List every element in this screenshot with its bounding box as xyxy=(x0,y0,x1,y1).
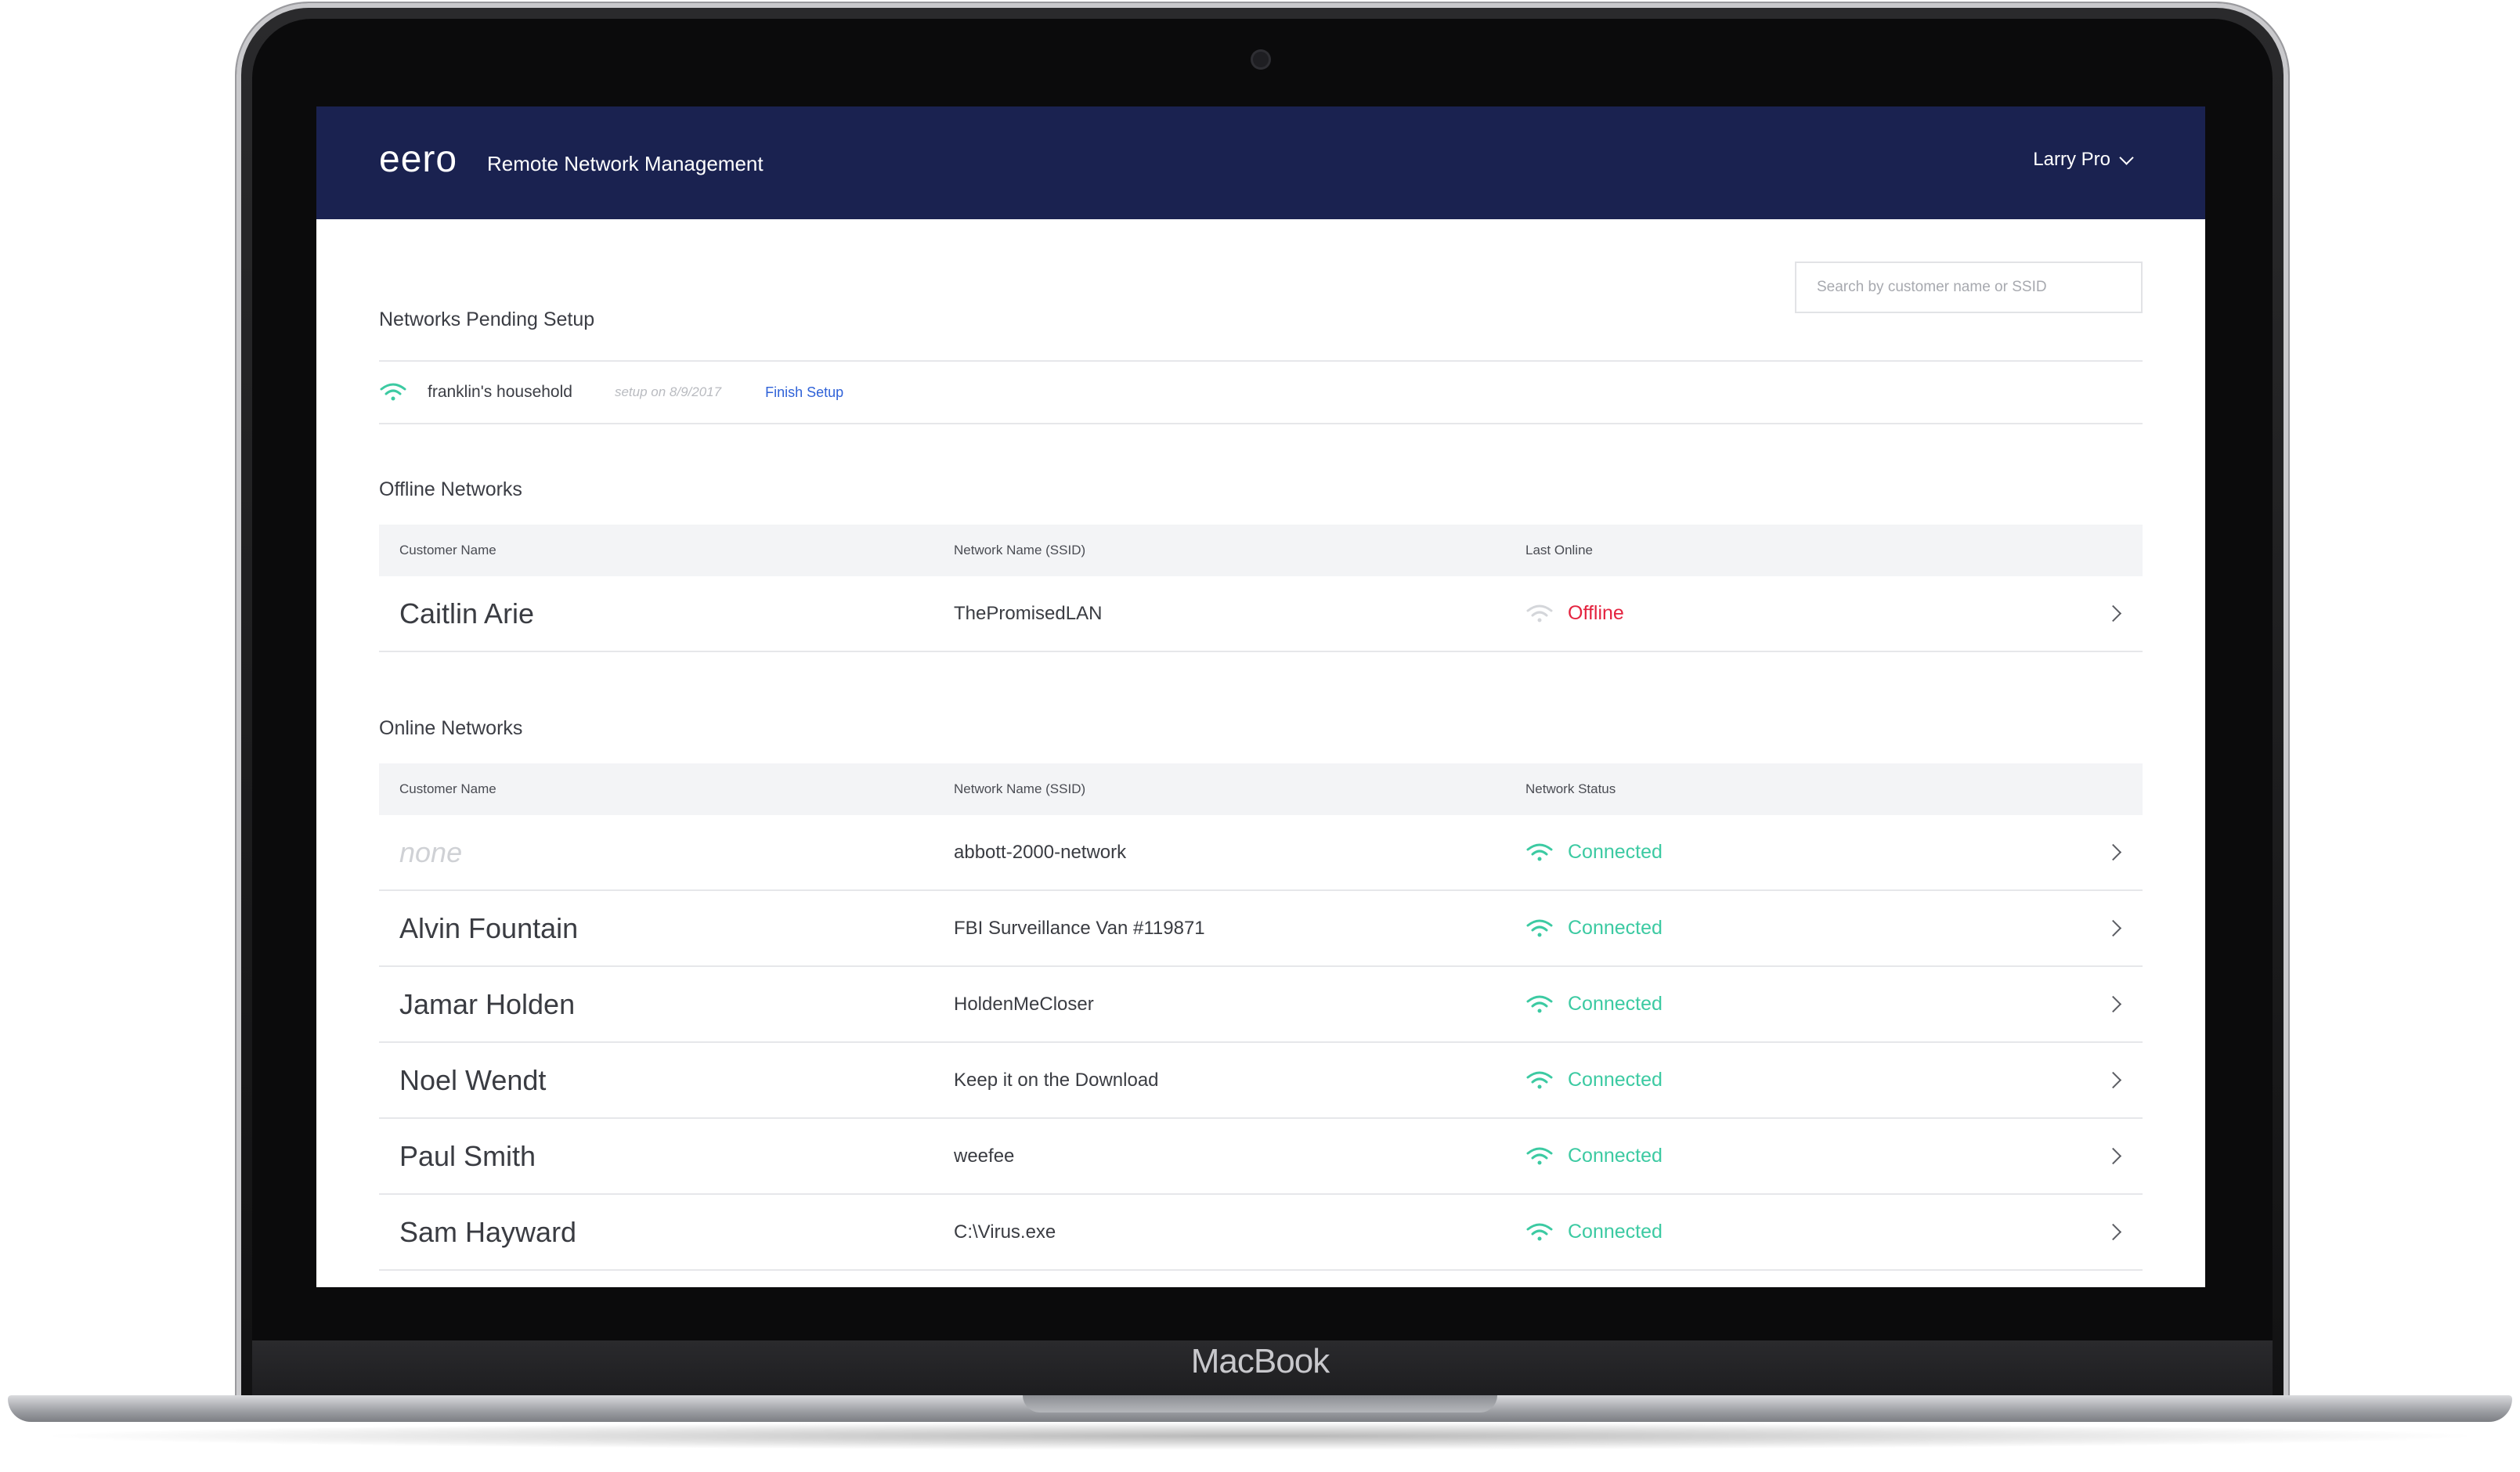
camera-icon xyxy=(1253,52,1269,67)
table-header: Customer Name Network Name (SSID) Last O… xyxy=(379,525,2143,576)
status-text: Connected xyxy=(1568,1221,1663,1243)
wifi-icon xyxy=(1525,1146,1554,1167)
status-text: Connected xyxy=(1568,841,1663,863)
table-header: Customer Name Network Name (SSID) Networ… xyxy=(379,763,2143,815)
customer-name: Alvin Fountain xyxy=(399,911,579,944)
table-row[interactable]: Jamar Holden HoldenMeCloser Connected xyxy=(379,967,2143,1043)
search-input[interactable] xyxy=(1795,262,2143,313)
wifi-icon xyxy=(379,382,407,402)
laptop-brand-label: MacBook xyxy=(1190,1342,1330,1380)
online-section-title: Online Networks xyxy=(379,717,523,739)
offline-section-title: Offline Networks xyxy=(379,478,522,500)
column-header-last-online: Last Online xyxy=(1525,543,1593,557)
table-row[interactable]: Noel Wendt Keep it on the Download Conne… xyxy=(379,1043,2143,1119)
network-ssid: weefee xyxy=(954,1145,1015,1167)
laptop-shadow xyxy=(31,1422,2489,1450)
network-ssid: C:\Virus.exe xyxy=(954,1221,1056,1243)
column-header-ssid: Network Name (SSID) xyxy=(954,543,1086,557)
wifi-icon xyxy=(1525,994,1554,1015)
laptop-mockup: MacBook eero Remote Network Management L… xyxy=(0,0,2520,1472)
table-row[interactable]: Caitlin Arie ThePromisedLAN Offline xyxy=(379,576,2143,652)
table-row[interactable]: none abbott-2000-network Connected xyxy=(379,815,2143,891)
laptop-notch xyxy=(1023,1395,1497,1412)
status-text: Connected xyxy=(1568,1069,1663,1091)
top-bar: eero Remote Network Management Larry Pro xyxy=(316,106,2205,219)
online-networks-table: Customer Name Network Name (SSID) Networ… xyxy=(379,763,2143,1271)
wifi-icon xyxy=(1525,842,1554,863)
chevron-right-icon xyxy=(2104,1071,2122,1089)
chevron-right-icon xyxy=(2104,604,2122,622)
table-row[interactable]: Alvin Fountain FBI Surveillance Van #119… xyxy=(379,891,2143,967)
chevron-right-icon xyxy=(2104,1147,2122,1165)
network-ssid: FBI Surveillance Van #119871 xyxy=(954,917,1205,939)
app-screen: eero Remote Network Management Larry Pro… xyxy=(316,106,2205,1287)
chevron-right-icon xyxy=(2104,1223,2122,1241)
column-header-network-status: Network Status xyxy=(1525,781,1616,796)
customer-name: Sam Hayward xyxy=(399,1215,577,1248)
status-text: Connected xyxy=(1568,917,1663,939)
eero-logo: eero xyxy=(379,139,458,180)
network-ssid: abbott-2000-network xyxy=(954,841,1127,863)
status-text: Connected xyxy=(1568,1145,1663,1167)
wifi-icon xyxy=(1525,1222,1554,1243)
customer-name: Paul Smith xyxy=(399,1139,536,1172)
pending-setup-date: setup on 8/9/2017 xyxy=(614,384,722,399)
customer-name: Caitlin Arie xyxy=(399,597,535,630)
status-text: Offline xyxy=(1568,602,1624,624)
user-name: Larry Pro xyxy=(2033,149,2110,170)
pending-section-title: Networks Pending Setup xyxy=(379,308,595,330)
chevron-right-icon xyxy=(2104,995,2122,1013)
column-header-customer: Customer Name xyxy=(399,781,496,796)
column-header-ssid: Network Name (SSID) xyxy=(954,781,1086,796)
finish-setup-link[interactable]: Finish Setup xyxy=(765,384,843,401)
table-row[interactable]: Paul Smith weefee Connected xyxy=(379,1119,2143,1195)
chevron-right-icon xyxy=(2104,843,2122,861)
status-text: Connected xyxy=(1568,993,1663,1015)
column-header-customer: Customer Name xyxy=(399,543,496,557)
pending-network-name: franklin's household xyxy=(428,383,572,401)
user-menu[interactable]: Larry Pro xyxy=(2033,149,2134,171)
table-row[interactable]: Sam Hayward C:\Virus.exe Connected xyxy=(379,1195,2143,1271)
wifi-icon xyxy=(1525,1070,1554,1091)
customer-name: Noel Wendt xyxy=(399,1063,547,1096)
pending-network-row: franklin's household setup on 8/9/2017 F… xyxy=(379,360,2143,424)
wifi-icon xyxy=(1525,604,1554,624)
network-ssid: HoldenMeCloser xyxy=(954,993,1094,1015)
chevron-down-icon xyxy=(2119,150,2134,165)
customer-name: Jamar Holden xyxy=(399,987,576,1020)
offline-networks-table: Customer Name Network Name (SSID) Last O… xyxy=(379,525,2143,652)
customer-name: none xyxy=(399,835,463,868)
network-ssid: Keep it on the Download xyxy=(954,1069,1159,1091)
online-rows: none abbott-2000-network Connected Alvin… xyxy=(379,815,2143,1271)
wifi-icon xyxy=(1525,918,1554,939)
chevron-right-icon xyxy=(2104,919,2122,937)
network-ssid: ThePromisedLAN xyxy=(954,602,1103,624)
app-title: Remote Network Management xyxy=(487,152,764,175)
